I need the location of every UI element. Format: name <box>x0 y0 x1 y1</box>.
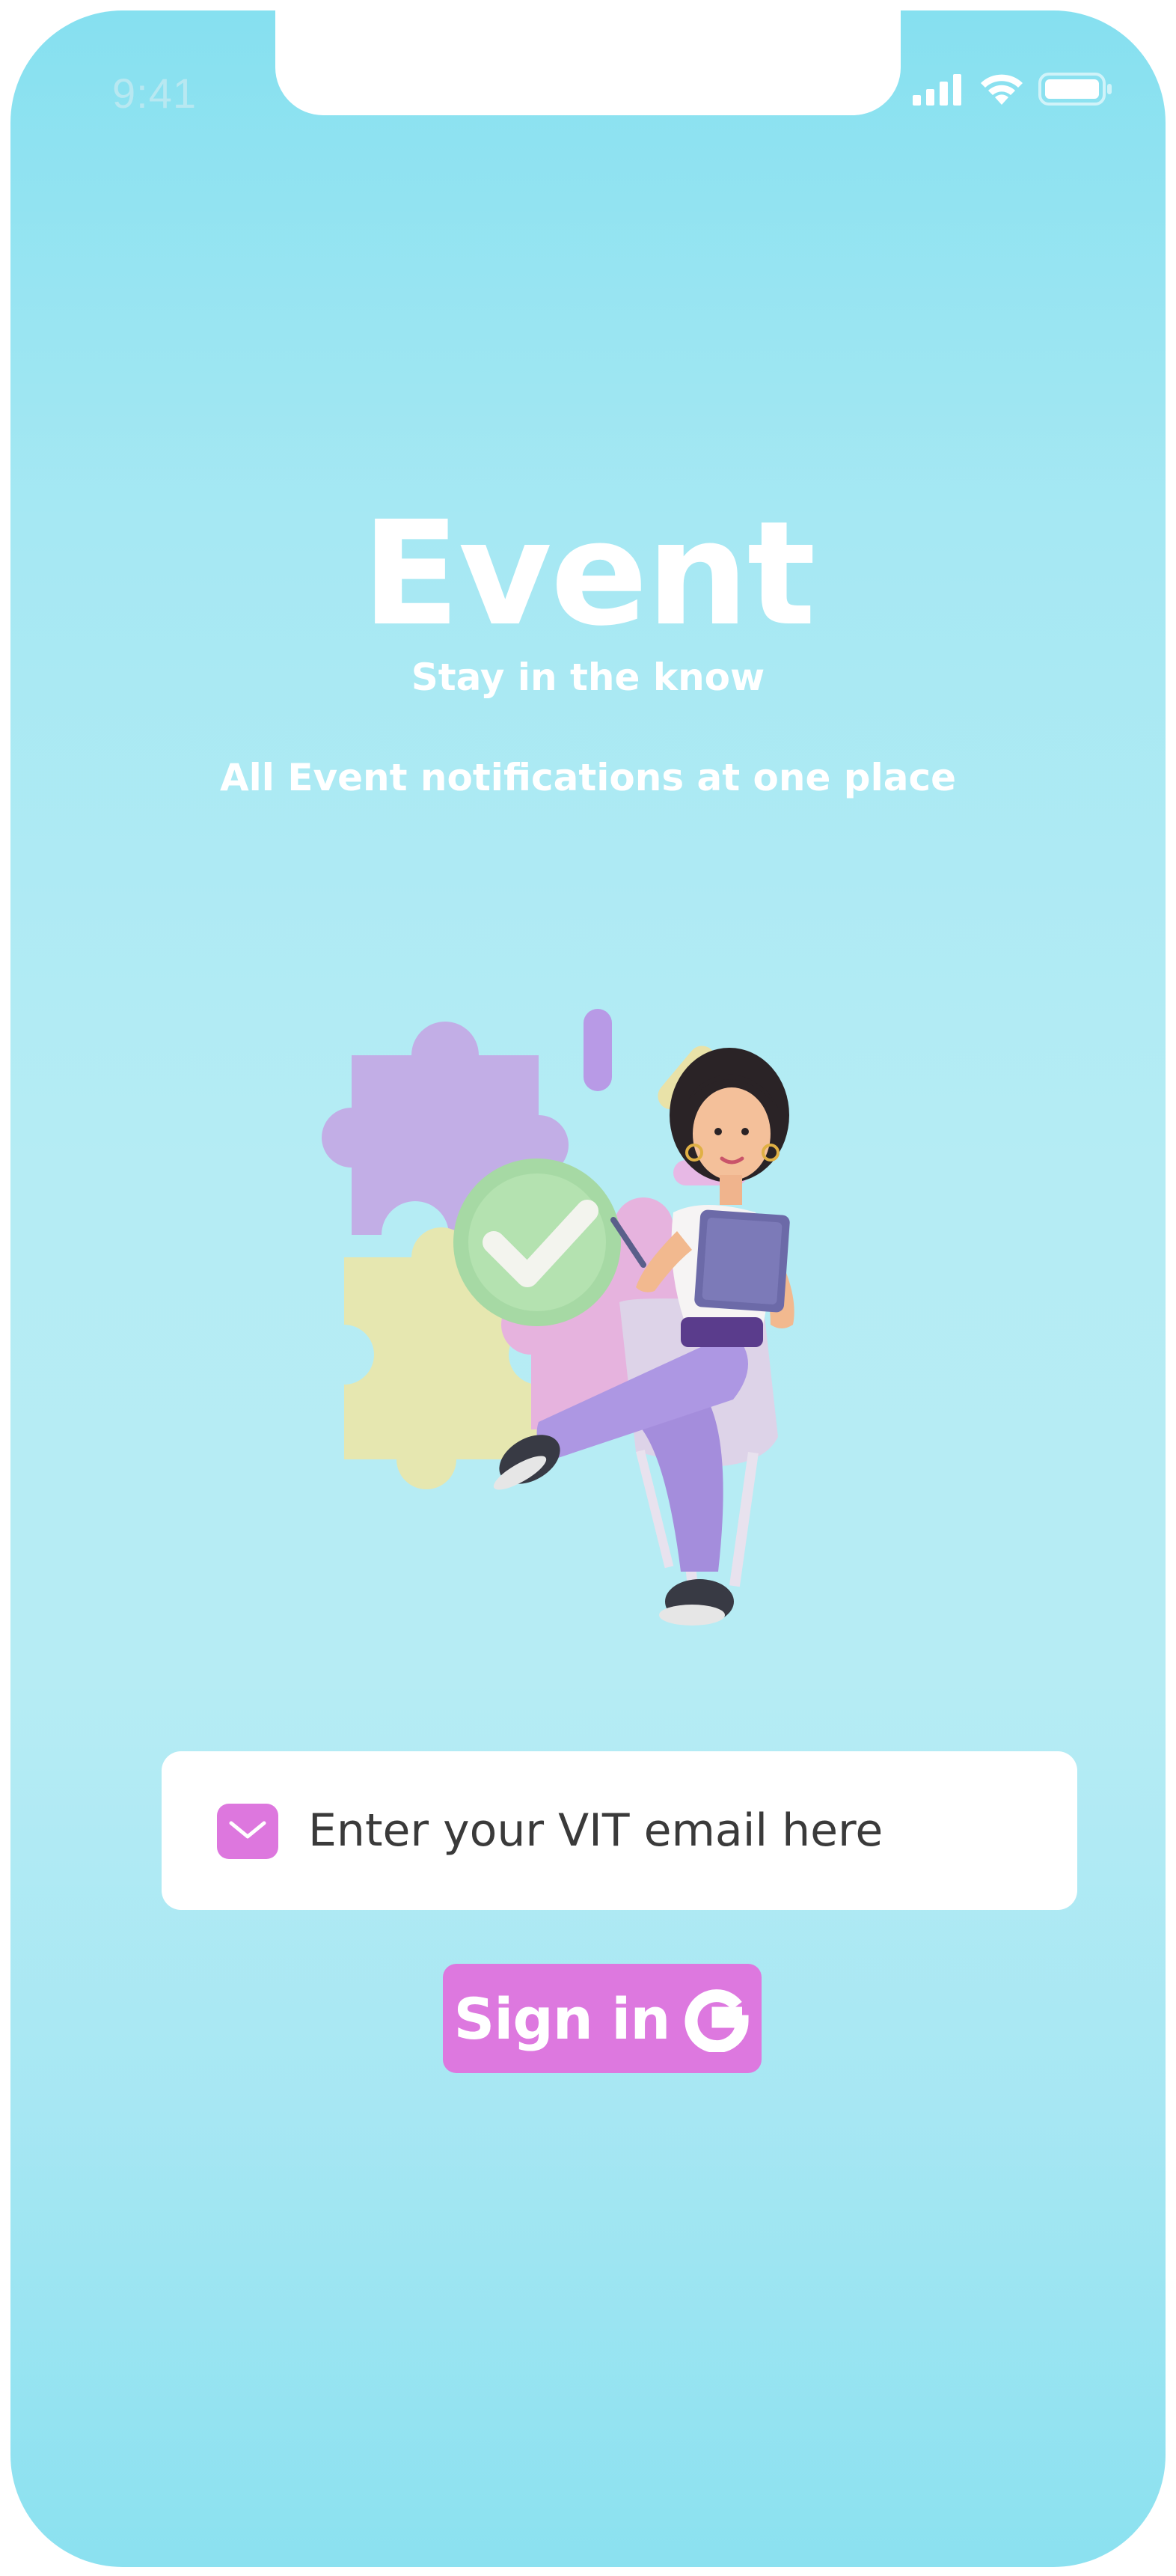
tablet <box>694 1209 790 1313</box>
email-input[interactable] <box>308 1789 1041 1873</box>
sign-in-label: Sign in <box>453 1985 671 2052</box>
notch <box>275 10 901 115</box>
google-icon <box>685 1989 750 2052</box>
mail-icon <box>217 1804 278 1859</box>
status-icons <box>911 72 1113 106</box>
status-time: 9:41 <box>112 70 197 117</box>
app-title: Event <box>361 491 816 658</box>
cellular-signal-icon <box>913 74 961 106</box>
wifi-icon <box>981 74 1023 105</box>
app-subtitle: Stay in the know <box>411 656 765 699</box>
battery-icon <box>1038 73 1112 106</box>
email-field[interactable] <box>162 1751 1077 1910</box>
check-circle-icon <box>453 1159 621 1326</box>
app-tagline: All Event notifications at one place <box>219 756 957 799</box>
woman-with-tablet-and-puzzle-illustration <box>322 1009 794 1626</box>
sign-in-google-button[interactable]: Sign in <box>443 1964 762 2073</box>
